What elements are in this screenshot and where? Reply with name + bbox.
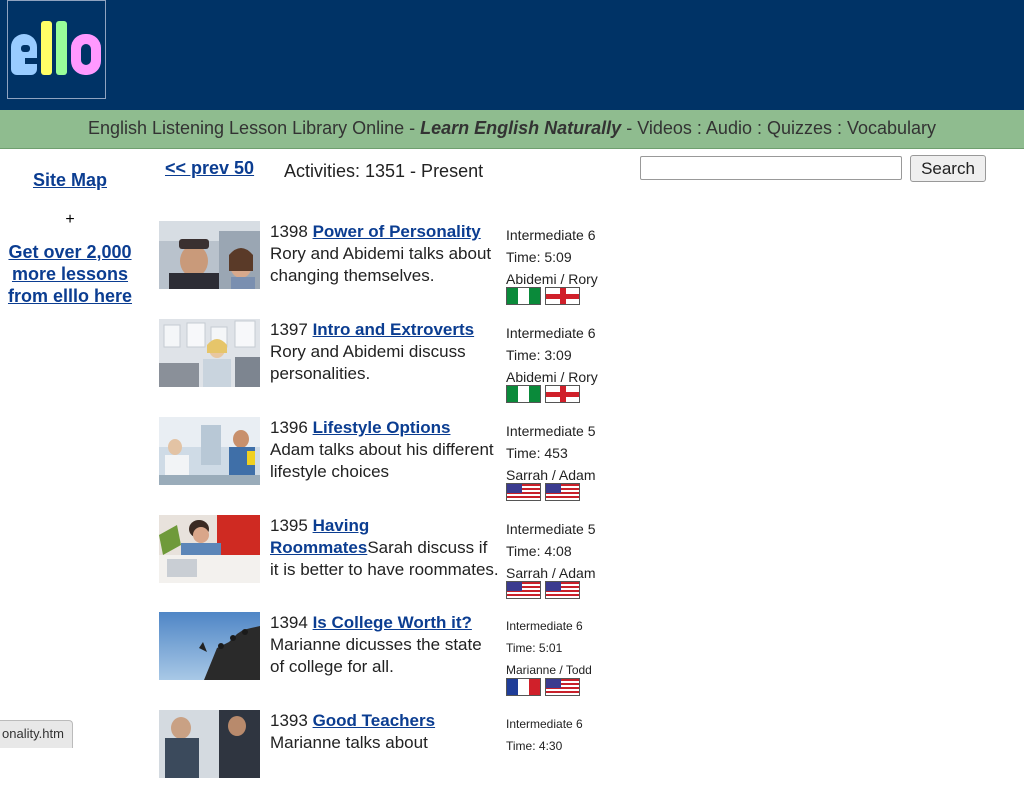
lesson-item: 1396 Lifestyle Options Adam talks about … [159, 417, 619, 513]
lesson-title-link[interactable]: Good Teachers [313, 711, 436, 730]
lesson-title-link[interactable]: Lifestyle Options [313, 418, 451, 437]
usa-flag-icon [506, 483, 541, 501]
lesson-time: Time: 4:30 [506, 739, 563, 753]
lesson-thumbnail[interactable] [159, 612, 260, 680]
speaker-flags [506, 678, 584, 696]
lesson-description: Adam talks about his different lifestyle… [270, 440, 494, 481]
lesson-text: 1393 Good Teachers Marianne talks about [270, 710, 500, 754]
lesson-meta: Intermediate 6 Time: 5:09 Abidemi / Rory [506, 224, 598, 290]
status-bar-url: onality.htm [0, 720, 73, 748]
lesson-item: 1394 Is College Worth it? Marianne dicus… [159, 612, 619, 708]
lesson-description: Rory and Abidemi talks about changing th… [270, 244, 492, 285]
lesson-thumbnail[interactable] [159, 710, 260, 778]
lesson-meta: Intermediate 6 Time: 3:09 Abidemi / Rory [506, 322, 598, 388]
tagline-suffix: - Videos : Audio : Quizzes : Vocabulary [621, 118, 937, 138]
pagination: << prev 50 [165, 158, 254, 179]
lesson-item: 1397 Intro and Extroverts Rory and Abide… [159, 319, 619, 415]
lesson-title-link[interactable]: Power of Personality [313, 222, 481, 241]
speaker-flags [506, 483, 584, 501]
lesson-meta: Intermediate 5 Time: 4:08 Sarrah / Adam [506, 518, 596, 584]
plus-separator: + [65, 211, 75, 228]
lesson-item: 1395 Having RoommatesSarah discuss if it… [159, 515, 619, 611]
site-header [0, 0, 1024, 110]
search-button[interactable]: Search [910, 155, 986, 182]
france-flag-icon [506, 678, 541, 696]
lesson-level: Intermediate 5 [506, 423, 596, 439]
lesson-time: Time: 5:09 [506, 249, 572, 265]
lesson-meta: Intermediate 6 Time: 5:01 Marianne / Tod… [506, 615, 592, 681]
lesson-level: Intermediate 6 [506, 717, 583, 731]
lesson-text: 1398 Power of Personality Rory and Abide… [270, 221, 500, 287]
usa-flag-icon [545, 678, 580, 696]
lesson-number: 1393 [270, 711, 308, 730]
lesson-thumbnail[interactable] [159, 319, 260, 387]
lesson-title-link[interactable]: Is College Worth it? [313, 613, 472, 632]
lesson-description: Rory and Abidemi discuss personalities. [270, 342, 466, 383]
sidebar: Site Map + Get over 2,000 more lessons f… [0, 150, 140, 307]
lesson-number: 1395 [270, 516, 308, 535]
tagline-bar: English Listening Lesson Library Online … [0, 110, 1024, 149]
lesson-meta: Intermediate 5 Time: 453 Sarrah / Adam [506, 420, 596, 486]
speaker-flags [506, 385, 584, 403]
elllo-logo[interactable] [7, 0, 106, 99]
lesson-level: Intermediate 6 [506, 619, 583, 633]
lesson-time: Time: 5:01 [506, 641, 563, 655]
lesson-number: 1396 [270, 418, 308, 437]
tagline-emphasis: Learn English Naturally [420, 118, 622, 138]
lesson-time: Time: 4:08 [506, 543, 572, 559]
lesson-number: 1397 [270, 320, 308, 339]
usa-flag-icon [506, 581, 541, 599]
lesson-number: 1398 [270, 222, 308, 241]
lesson-description: Marianne dicusses the state of college f… [270, 635, 482, 676]
usa-flag-icon [545, 581, 580, 599]
lesson-number: 1394 [270, 613, 308, 632]
lesson-text: 1397 Intro and Extroverts Rory and Abide… [270, 319, 500, 385]
lesson-title-link[interactable]: Intro and Extroverts [313, 320, 475, 339]
lesson-text: 1394 Is College Worth it? Marianne dicus… [270, 612, 500, 678]
lesson-item: 1393 Good Teachers Marianne talks about … [159, 710, 619, 806]
search-input[interactable] [640, 156, 902, 180]
england-flag-icon [545, 287, 580, 305]
lesson-text: 1396 Lifestyle Options Adam talks about … [270, 417, 500, 483]
status-url-text: onality.htm [2, 726, 64, 741]
lesson-text: 1395 Having RoommatesSarah discuss if it… [270, 515, 500, 581]
usa-flag-icon [545, 483, 580, 501]
lesson-time: Time: 453 [506, 445, 568, 461]
lesson-time: Time: 3:09 [506, 347, 572, 363]
lesson-description: Marianne talks about [270, 733, 428, 752]
nigeria-flag-icon [506, 287, 541, 305]
get-more-lessons-link[interactable]: Get over 2,000 more lessons from elllo h… [0, 241, 140, 307]
speaker-flags [506, 581, 584, 599]
lesson-thumbnail[interactable] [159, 515, 260, 583]
speaker-flags [506, 287, 584, 305]
activities-range: Activities: 1351 - Present [284, 161, 484, 181]
tagline-prefix: English Listening Lesson Library Online … [87, 118, 421, 138]
lesson-item: 1398 Power of Personality Rory and Abide… [159, 221, 619, 317]
site-map-link[interactable]: Site Map [0, 170, 140, 191]
england-flag-icon [545, 385, 580, 403]
prev-50-link[interactable]: << prev 50 [165, 158, 254, 178]
lesson-level: Intermediate 6 [506, 325, 596, 341]
nigeria-flag-icon [506, 385, 541, 403]
lesson-thumbnail[interactable] [159, 417, 260, 485]
lesson-level: Intermediate 5 [506, 521, 596, 537]
lesson-level: Intermediate 6 [506, 227, 596, 243]
lesson-meta: Intermediate 6 Time: 4:30 [506, 713, 583, 757]
lesson-thumbnail[interactable] [159, 221, 260, 289]
